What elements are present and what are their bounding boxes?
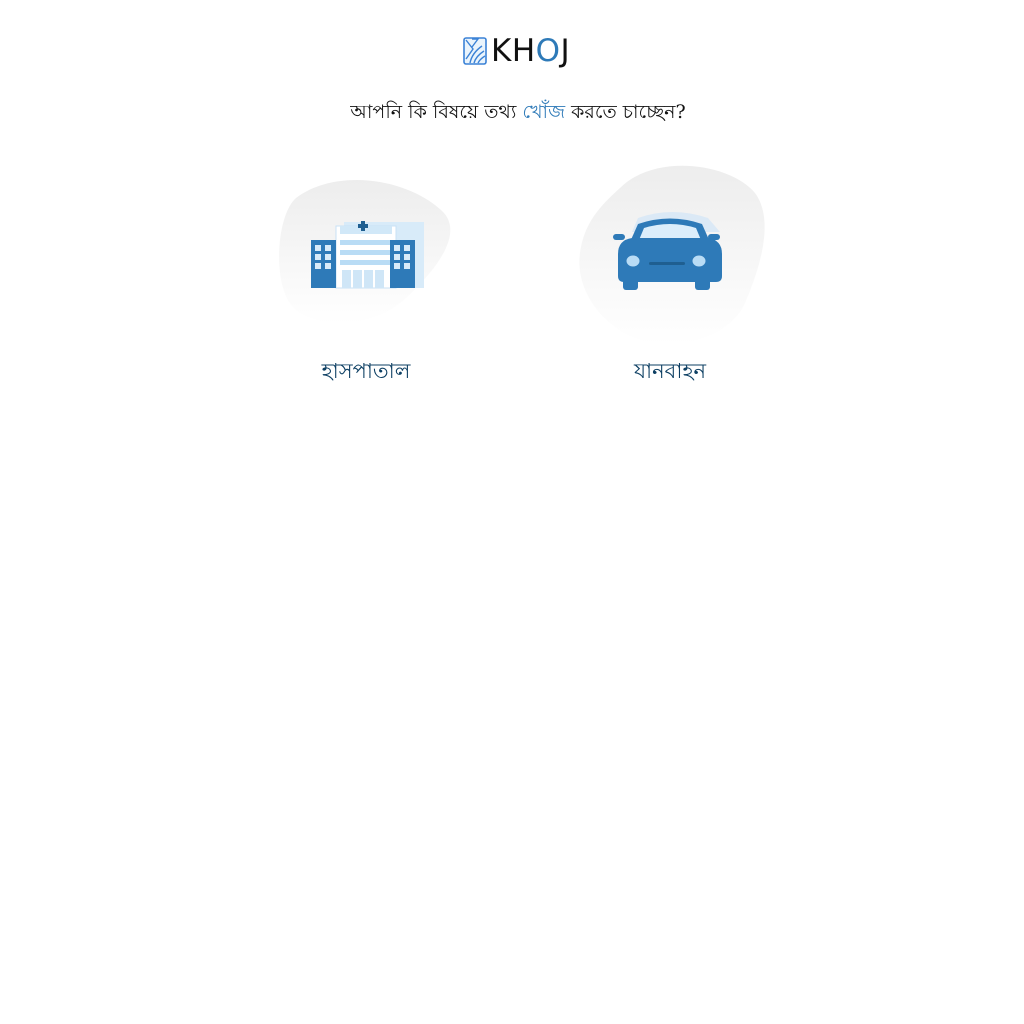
category-label-hospital: হাসপাতাল xyxy=(321,359,411,383)
car-icon xyxy=(579,165,765,345)
category-card-hospital[interactable]: হাসপাতাল xyxy=(256,170,476,383)
category-label-vehicle: যানবাহন xyxy=(633,359,707,383)
logo-mark-icon xyxy=(463,37,487,65)
vehicle-illustration xyxy=(560,158,780,345)
page: KHOJ আপনি কি বিষয়ে তথ্য খোঁজ করতে চাচ্ছ… xyxy=(0,0,1024,1024)
question-text-before: আপনি কি বিষয়ে তথ্য xyxy=(350,101,523,123)
category-card-vehicle[interactable]: যানবাহন xyxy=(560,158,780,383)
question-text-after: করতে চাচ্ছেন? xyxy=(565,101,686,123)
hospital-illustration xyxy=(256,170,476,350)
question-highlight: খোঁজ xyxy=(522,101,566,123)
logo-wordmark: KHOJ xyxy=(491,33,571,69)
page-question: আপনি কি বিষয়ে তথ্য খোঁজ করতে চাচ্ছেন? xyxy=(0,97,1024,127)
hospital-icon xyxy=(279,180,451,324)
khoj-logo[interactable]: KHOJ xyxy=(463,34,575,68)
